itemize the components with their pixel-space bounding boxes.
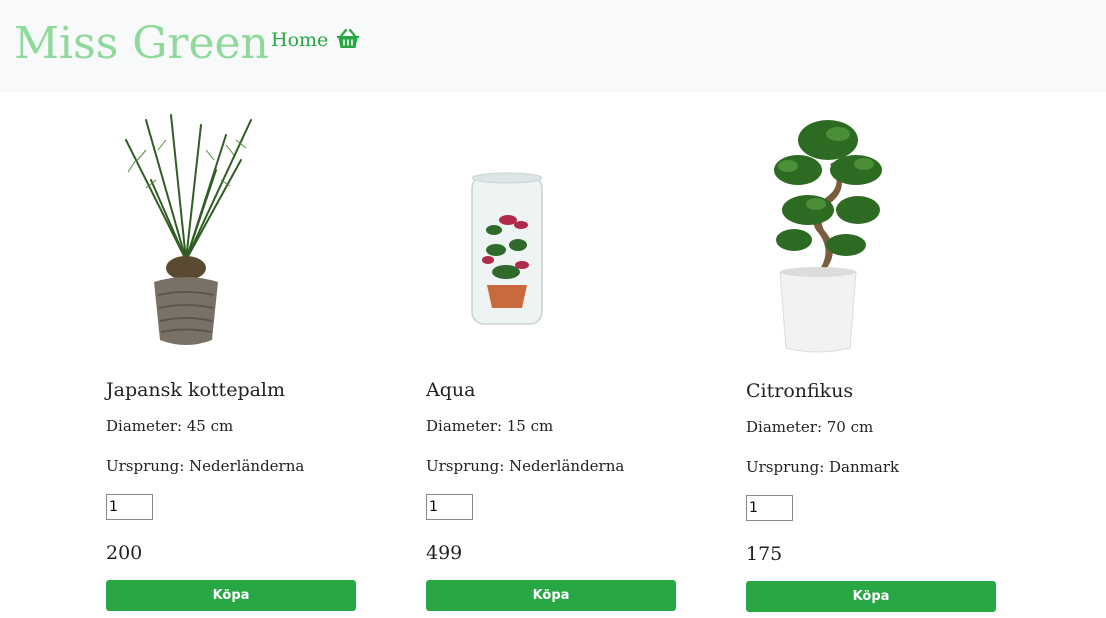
quantity-input[interactable] xyxy=(106,494,153,520)
buy-button[interactable]: Köpa xyxy=(426,580,676,611)
product-title: Japansk kottepalm xyxy=(106,379,286,401)
product-price: 200 xyxy=(106,542,143,564)
navbar: Miss Green Home xyxy=(0,0,1106,92)
product-title: Aqua xyxy=(426,379,476,401)
product-image-ficus xyxy=(774,120,882,353)
product-title: Citronfikus xyxy=(746,380,854,402)
product-image-palm xyxy=(125,114,252,345)
product-diameter: Diameter: 45 cm xyxy=(106,417,234,435)
nav-home-link[interactable]: Home xyxy=(271,27,328,53)
product-price: 175 xyxy=(746,543,783,565)
buy-button[interactable]: Köpa xyxy=(746,581,996,612)
basket-icon[interactable] xyxy=(336,29,360,49)
product-origin: Ursprung: Nederländerna xyxy=(106,457,305,475)
quantity-input[interactable] xyxy=(426,494,473,520)
product-diameter: Diameter: 70 cm xyxy=(746,418,874,436)
buy-button[interactable]: Köpa xyxy=(106,580,356,611)
product-origin: Ursprung: Danmark xyxy=(746,458,900,476)
product-image-aqua xyxy=(471,172,543,325)
product-card: Citronfikus Diameter: 70 cm Ursprung: Da… xyxy=(746,100,1006,618)
product-diameter: Diameter: 15 cm xyxy=(426,417,554,435)
quantity-input[interactable] xyxy=(746,495,793,521)
product-card: Aqua Diameter: 15 cm Ursprung: Nederländ… xyxy=(426,100,686,618)
product-price: 499 xyxy=(426,542,463,564)
brand-logo[interactable]: Miss Green xyxy=(14,14,269,74)
product-origin: Ursprung: Nederländerna xyxy=(426,457,625,475)
product-card: Japansk kottepalm Diameter: 45 cm Urspru… xyxy=(106,100,366,618)
